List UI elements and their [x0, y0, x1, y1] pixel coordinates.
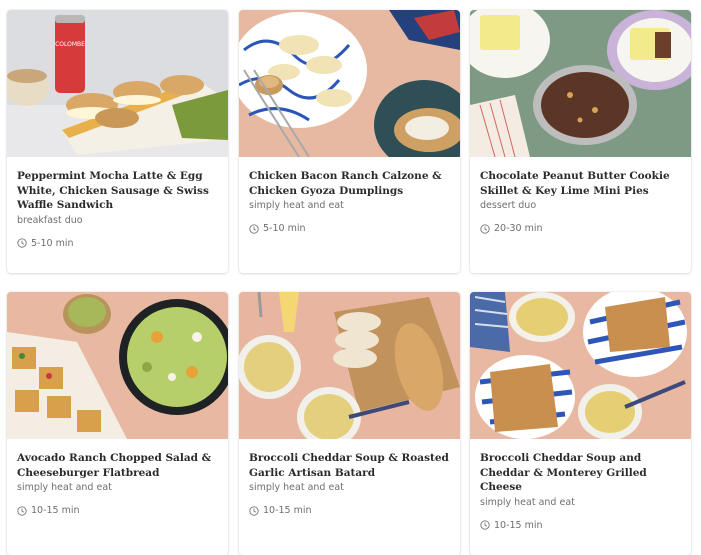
prep-time-text: 10-15 min — [31, 505, 80, 516]
prep-time: 5-10 min — [17, 238, 218, 249]
meal-card[interactable]: COLOMBE Peppermint Mocha Latte & Egg Whi… — [7, 10, 228, 273]
meal-subtitle: simply heat and eat — [480, 496, 575, 508]
meal-title[interactable]: Chicken Bacon Ranch Calzone & Chicken Gy… — [249, 169, 450, 198]
prep-time-text: 5-10 min — [31, 237, 74, 249]
meal-card[interactable]: Broccoli Cheddar Soup & Roasted Garlic A… — [239, 292, 460, 555]
meal-image — [470, 292, 691, 439]
meal-card[interactable]: Broccoli Cheddar Soup and Cheddar & Mont… — [470, 292, 691, 555]
prep-time: 20-30 min — [480, 223, 681, 234]
clock-icon — [480, 520, 490, 530]
clock-icon — [480, 223, 490, 234]
meal-title[interactable]: Peppermint Mocha Latte & Egg White, Chic… — [17, 169, 218, 213]
meal-image — [470, 10, 691, 157]
prep-time-text: 10-15 min — [494, 519, 543, 531]
meal-image — [239, 10, 460, 157]
meal-image — [239, 292, 460, 439]
clock-icon — [17, 238, 27, 248]
meal-subtitle: simply heat and eat — [17, 482, 112, 493]
prep-time-text: 5-10 min — [263, 223, 306, 234]
clock-icon — [17, 505, 27, 516]
meal-title[interactable]: Broccoli Cheddar Soup & Roasted Garlic A… — [249, 451, 450, 480]
meal-card[interactable]: Avocado Ranch Chopped Salad & Cheeseburg… — [7, 292, 228, 555]
prep-time: 5-10 min — [249, 223, 450, 234]
prep-time: 10-15 min — [480, 520, 681, 531]
meal-title[interactable]: Broccoli Cheddar Soup and Cheddar & Mont… — [480, 451, 681, 495]
clock-icon — [249, 223, 259, 234]
meal-image — [7, 292, 228, 439]
prep-time-text: 10-15 min — [263, 505, 312, 516]
meal-subtitle: simply heat and eat — [249, 200, 344, 211]
prep-time: 10-15 min — [17, 505, 218, 516]
prep-time: 10-15 min — [249, 505, 450, 516]
meal-title[interactable]: Avocado Ranch Chopped Salad & Cheeseburg… — [17, 451, 218, 480]
meal-image: COLOMBE — [7, 10, 228, 157]
can-label: COLOMBE — [55, 41, 85, 48]
meal-subtitle: dessert duo — [480, 200, 537, 211]
meal-card[interactable]: Chicken Bacon Ranch Calzone & Chicken Gy… — [239, 10, 460, 273]
meal-subtitle: breakfast duo — [17, 214, 83, 226]
meal-grid: COLOMBE Peppermint Mocha Latte & Egg Whi… — [0, 0, 701, 555]
meal-card[interactable]: Chocolate Peanut Butter Cookie Skillet &… — [470, 10, 691, 273]
clock-icon — [249, 505, 259, 516]
meal-title[interactable]: Chocolate Peanut Butter Cookie Skillet &… — [480, 169, 681, 198]
prep-time-text: 20-30 min — [494, 223, 543, 234]
meal-subtitle: simply heat and eat — [249, 482, 344, 493]
